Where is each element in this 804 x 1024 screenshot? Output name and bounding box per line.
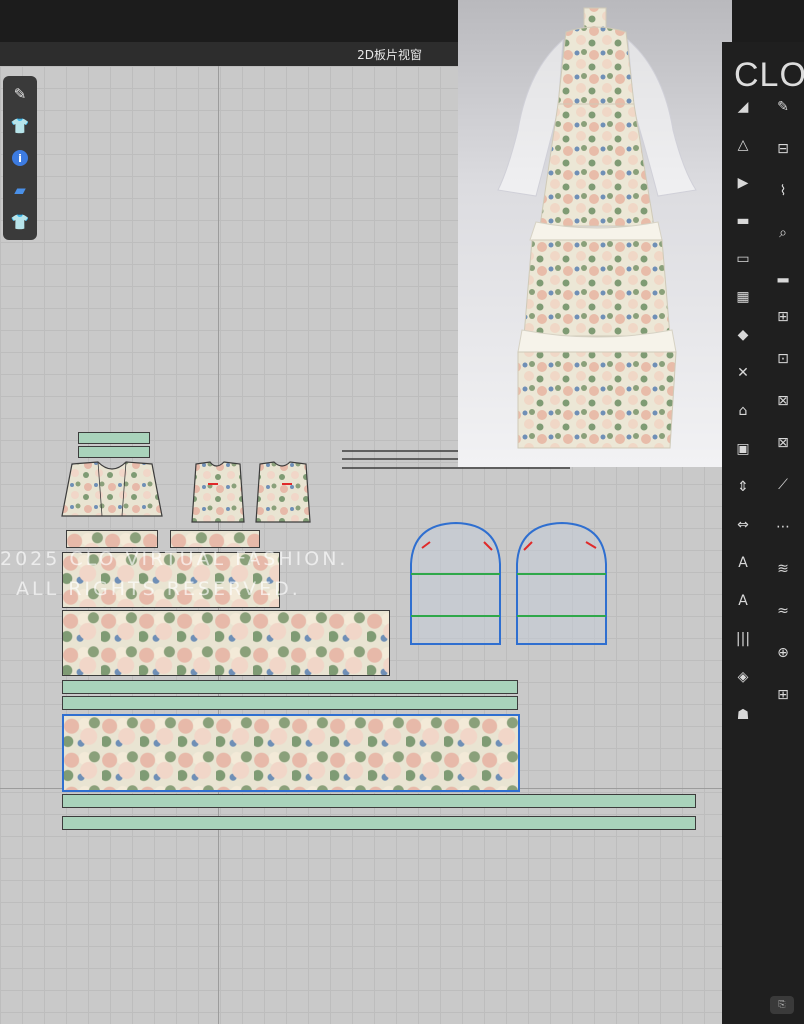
tool-icon[interactable]: ⊡ xyxy=(770,346,796,372)
tool-icon[interactable]: ⇕ xyxy=(730,474,756,500)
tool-icon[interactable]: ⊞ xyxy=(770,304,796,330)
hem-ruffle-piece[interactable] xyxy=(62,794,696,808)
avatar-garment-icon[interactable]: 👕 xyxy=(8,210,32,234)
tool-icon[interactable]: A xyxy=(730,550,756,576)
tool-icon[interactable]: ⋯ xyxy=(770,514,796,540)
tool-icon[interactable]: ⊕ xyxy=(770,640,796,666)
collar-piece[interactable] xyxy=(78,432,150,444)
watermark-line-2: ALL RIGHTS RESERVED. xyxy=(16,578,301,600)
tool-icon[interactable]: ⌕ xyxy=(770,220,796,246)
hem-ruffle-piece[interactable] xyxy=(62,816,696,830)
bodice-back-piece-right[interactable] xyxy=(254,460,312,526)
bodice-front-piece[interactable] xyxy=(58,458,166,524)
copyright-watermark: 2025 CLO VIRTUAL FASHION. ALL RIGHTS RES… xyxy=(0,544,348,604)
corner-badge-icon: ⎘ xyxy=(770,996,794,1014)
skirt-tier-3-piece[interactable] xyxy=(62,714,520,792)
garment-icon[interactable]: 👕 xyxy=(8,114,32,138)
tool-icon[interactable]: ◢ xyxy=(730,94,756,120)
3d-garment-preview[interactable] xyxy=(458,0,732,467)
layer-icon[interactable]: ▰ xyxy=(8,178,32,202)
tool-icon[interactable]: ⌂ xyxy=(730,398,756,424)
ruffle-strip-piece[interactable] xyxy=(62,680,518,694)
tool-icon[interactable]: ☗ xyxy=(730,702,756,728)
tool-icon[interactable]: A xyxy=(730,588,756,614)
dress-render xyxy=(497,7,697,449)
tool-icon[interactable]: ⟋ xyxy=(770,472,796,498)
tool-icon[interactable]: ◆ xyxy=(730,322,756,348)
tool-icon[interactable]: ◈ xyxy=(730,664,756,690)
collar-piece[interactable] xyxy=(78,446,150,458)
tool-icon[interactable]: ▬ xyxy=(730,208,756,234)
tool-icon[interactable]: ⌇ xyxy=(770,178,796,204)
tool-icon[interactable]: ▦ xyxy=(730,284,756,310)
tool-icon[interactable]: ⊠ xyxy=(770,430,796,456)
tool-icon[interactable]: ▂ xyxy=(770,262,796,288)
tool-icon[interactable]: ▣ xyxy=(730,436,756,462)
tool-icon[interactable]: ≈ xyxy=(770,598,796,624)
left-floating-toolbar: ✎ 👕 i ▰ 👕 xyxy=(3,76,37,240)
info-icon[interactable]: i xyxy=(8,146,32,170)
tool-icon[interactable]: ⊠ xyxy=(770,388,796,414)
edit-pattern-icon[interactable]: ✎ xyxy=(8,82,32,106)
sleeve-piece-left[interactable] xyxy=(408,520,504,646)
bodice-back-piece-left[interactable] xyxy=(190,460,246,526)
skirt-tier-2-piece[interactable] xyxy=(62,610,390,676)
panel-title: 2D板片视窗 xyxy=(357,48,422,62)
tool-icon[interactable]: ≋ xyxy=(770,556,796,582)
sleeve-piece-right[interactable] xyxy=(514,520,610,646)
ruffle-strip-piece[interactable] xyxy=(62,696,518,710)
tool-icon[interactable]: ⇔ xyxy=(730,512,756,538)
tool-icon[interactable]: ▭ xyxy=(730,246,756,272)
tool-icon[interactable]: ⊞ xyxy=(770,682,796,708)
panel-title-bar: 2D板片视窗 xyxy=(0,42,458,66)
tool-icon[interactable]: ⊟ xyxy=(770,136,796,162)
clo-logo: CLO xyxy=(734,56,804,94)
watermark-line-1: 2025 CLO VIRTUAL FASHION. xyxy=(0,548,349,570)
tool-icon[interactable]: ||| xyxy=(730,626,756,652)
tool-icon[interactable]: ✎ xyxy=(770,94,796,120)
tool-icon[interactable]: ▶ xyxy=(730,170,756,196)
tool-icon[interactable]: △ xyxy=(730,132,756,158)
tool-icon[interactable]: ✕ xyxy=(730,360,756,386)
